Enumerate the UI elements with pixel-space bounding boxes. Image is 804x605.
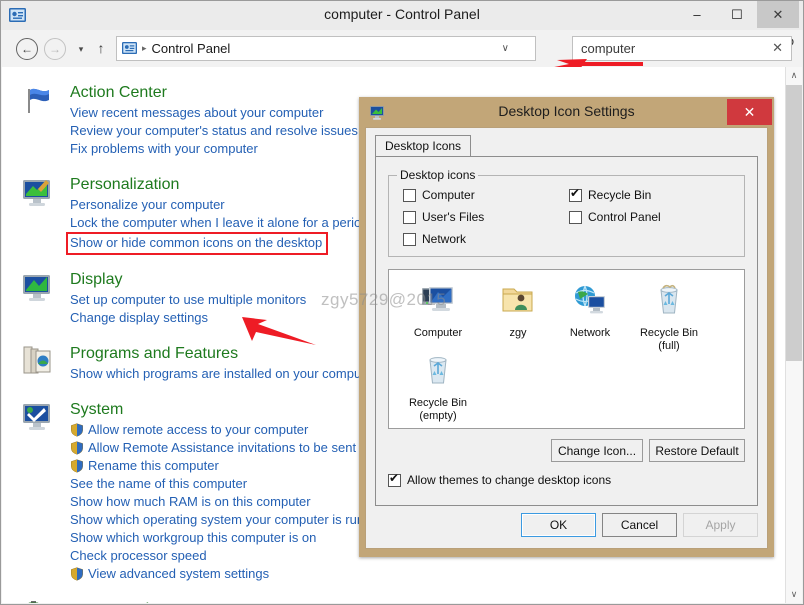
ok-button[interactable]: OK [521,513,596,537]
preview-icon-label: Network [547,327,633,340]
checkbox-recycle-bin[interactable]: Recycle Bin [569,188,651,202]
control-panel-icon [121,40,138,57]
preview-icon-recycle-bin-full[interactable]: Recycle Bin (full) [626,282,712,353]
up-button[interactable]: ↑ [94,40,108,56]
desktop-icon-settings-dialog: Desktop Icon Settings ✕ Desktop Icons De… [359,97,774,557]
category-link[interactable]: View advanced system settings [70,565,772,583]
dialog-title-bar: Desktop Icon Settings ✕ [359,97,774,127]
category-link-label: Allow remote access to your computer [88,422,308,437]
recent-locations-dropdown-icon[interactable]: ▾ [74,42,88,56]
network-icon [571,282,609,320]
groupbox-label: Desktop icons [397,168,478,182]
category-link-label: Allow Remote Assistance invitations to b… [88,440,386,455]
dialog-close-button[interactable]: ✕ [727,99,772,125]
checkbox-box[interactable] [569,211,582,224]
uac-shield-icon [70,459,84,473]
computer-icon [419,282,457,320]
forward-button[interactable]: → [44,38,66,60]
checkbox-allow-themes[interactable]: Allow themes to change desktop icons [388,473,611,487]
dialog-footer: OK Cancel Apply [375,510,758,540]
vertical-scrollbar[interactable]: ∧ ∨ [785,67,802,603]
preview-icon-label-2: (empty) [395,410,481,423]
back-button[interactable]: ← [16,38,38,60]
minimize-button[interactable]: – [677,1,717,28]
scroll-down-button[interactable]: ∨ [786,586,802,603]
checkbox-box[interactable] [403,233,416,246]
scrollbar-thumb[interactable] [786,85,802,361]
annotation-highlight-box: Show or hide common icons on the desktop [66,232,328,255]
control-panel-window: computer - Control Panel – ☐ ✕ ← → ▾ ↑ ▸… [0,0,804,605]
preview-icon-label: Recycle Bin [395,397,481,410]
category-title[interactable]: Power Options [70,598,772,603]
navigation-bar: ← → ▾ ↑ ▸ Control Panel ∨ ↻ computer ✕ [2,30,802,67]
chevron-down-icon[interactable]: ∨ [502,43,509,54]
groupbox-desktop-icons: Desktop icons Computer User's Files Netw… [388,175,745,257]
category-power-options: Power Options Change when the computer s… [2,586,772,603]
category-link-label: View advanced system settings [88,566,269,581]
category-link-label: Rename this computer [88,458,219,473]
tab-strip: Desktop Icons [375,135,758,157]
preview-icon-label: Recycle Bin [626,327,712,340]
checkbox-box[interactable] [403,189,416,202]
preview-icon-label: Computer [395,327,481,340]
checkbox-box[interactable] [403,211,416,224]
breadcrumb-control-panel[interactable]: Control Panel [152,41,231,56]
battery-icon [20,599,54,603]
search-box[interactable]: computer ✕ [572,36,792,61]
uac-shield-icon [70,423,84,437]
checkbox-label: Computer [422,188,475,202]
dialog-body: Desktop Icons Desktop icons Computer Use… [365,127,768,549]
breadcrumb-separator-icon: ▸ [142,43,147,54]
display-icon [20,270,54,304]
icon-preview-list[interactable]: Computer zgy [388,269,745,429]
category-link-show-hide-icons[interactable]: Show or hide common icons on the desktop [70,234,322,252]
preview-icon-network[interactable]: Network [547,282,633,340]
search-input[interactable]: computer [581,41,635,56]
preview-icon-computer[interactable]: Computer [395,282,481,340]
checkbox-label: Allow themes to change desktop icons [407,473,611,487]
programs-icon [20,343,54,377]
uac-shield-icon [70,567,84,581]
system-icon [20,399,54,433]
address-bar[interactable]: ▸ Control Panel ∨ [116,36,536,61]
window-title-bar: computer - Control Panel – ☐ ✕ [1,1,803,30]
scroll-up-button[interactable]: ∧ [786,67,802,84]
flag-icon [20,83,54,117]
checkbox-users-files[interactable]: User's Files [403,210,484,224]
cancel-button[interactable]: Cancel [602,513,677,537]
uac-shield-icon [70,441,84,455]
checkbox-label: Recycle Bin [588,188,651,202]
checkbox-network[interactable]: Network [403,232,466,246]
checkbox-computer[interactable]: Computer [403,188,475,202]
personalization-icon [20,175,54,209]
checkbox-label: User's Files [422,210,484,224]
recycle-bin-empty-icon [419,352,457,390]
preview-icon-label-2: (full) [626,340,712,353]
checkbox-box[interactable] [388,474,401,487]
annotation-underline-search [577,62,643,66]
preview-icon-recycle-bin-empty[interactable]: Recycle Bin (empty) [395,352,481,423]
tab-desktop-icons[interactable]: Desktop Icons [375,135,471,157]
restore-default-button[interactable]: Restore Default [649,439,745,462]
recycle-bin-full-icon [650,282,688,320]
checkbox-control-panel[interactable]: Control Panel [569,210,661,224]
user-folder-icon [499,282,537,320]
maximize-button[interactable]: ☐ [717,1,757,28]
checkbox-box[interactable] [569,189,582,202]
apply-button: Apply [683,513,758,537]
checkbox-label: Network [422,232,466,246]
change-icon-button[interactable]: Change Icon... [551,439,643,462]
dialog-title: Desktop Icon Settings [359,103,774,119]
clear-search-icon[interactable]: ✕ [772,40,783,56]
close-button[interactable]: ✕ [757,1,799,28]
checkbox-label: Control Panel [588,210,661,224]
tab-panel-desktop-icons: Desktop icons Computer User's Files Netw… [375,156,758,506]
